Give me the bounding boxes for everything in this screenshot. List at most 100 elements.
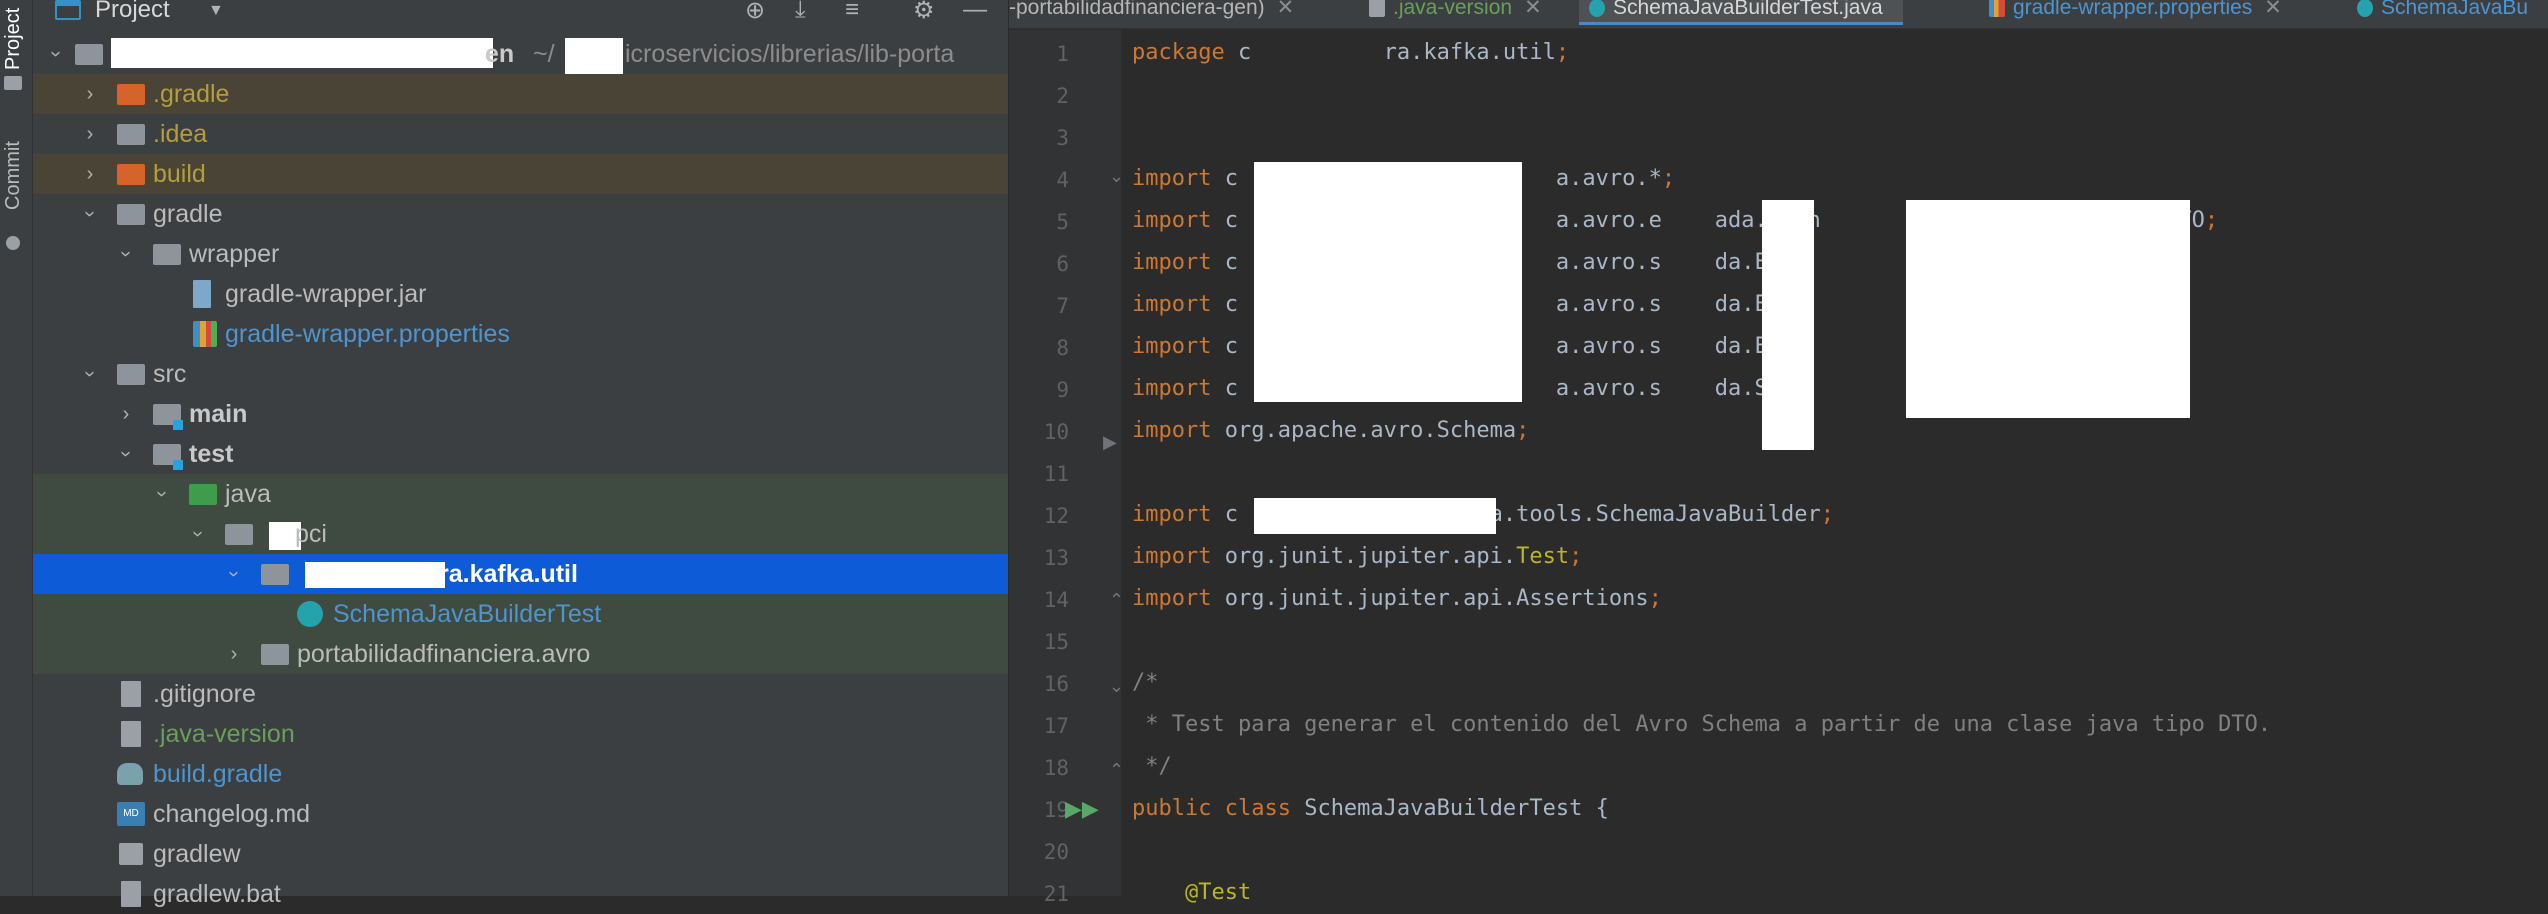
tab-java-version[interactable]: .java-version ✕ [1369,0,1542,22]
java-class-icon [297,601,323,627]
tree-item-gradle[interactable]: › gradle [33,194,1008,234]
tab-label: gradle-wrapper.properties [2013,0,2253,19]
close-icon[interactable]: ✕ [1277,0,1295,19]
locate-icon[interactable]: ⊕ [745,0,765,25]
tree-item-gradle-wrapper-jar[interactable]: gradle-wrapper.jar [33,274,1008,314]
code-line: * Test para generar el contenido del Avr… [1132,712,2272,737]
chevron-down-icon[interactable]: › [36,43,76,65]
text-file-icon [1369,0,1385,18]
tree-item-gitignore[interactable]: .gitignore [33,674,1008,714]
run-test-icon[interactable]: ▶▶ [1065,796,1099,822]
fold-icon[interactable]: ⌄ [1109,676,1124,697]
tree-item-label: changelog.md [153,800,311,828]
chevron-down-icon[interactable]: › [70,203,110,225]
project-pane-header: Project ▼ ⊕ ⤓ ≡ ⚙ — [33,0,1008,28]
tree-item-label: java [225,480,271,508]
line-number: 19 [1043,798,1069,822]
chevron-right-icon[interactable]: › [115,394,137,434]
chevron-down-icon[interactable]: › [178,523,218,545]
tree-item-main[interactable]: › main [33,394,1008,434]
tree-item-package-pci[interactable]: › pci [33,514,1008,554]
tree-item-gradle-wrapper-properties[interactable]: gradle-wrapper.properties [33,314,1008,354]
fold-icon[interactable]: ⌄ [1109,166,1124,187]
chevron-right-icon[interactable]: › [79,114,101,154]
gradle-icon [117,763,143,785]
code-line: public class SchemaJavaBuilderTest { [1132,796,1609,821]
tree-item-changelog[interactable]: MD changelog.md [33,794,1008,834]
chevron-down-icon[interactable]: › [214,563,254,585]
folder-icon [75,44,103,65]
markdown-icon: MD [117,802,145,826]
folder-icon [117,164,145,185]
folder-icon [117,84,145,105]
tree-item-label: src [153,360,187,388]
redacted-area [1762,200,1814,450]
project-window-icon [55,0,81,20]
terminal-icon [119,843,143,865]
fold-arrow-icon[interactable]: ▶ [1103,432,1117,453]
line-number: 13 [1043,546,1069,570]
tree-item-gradlew-bat[interactable]: gradlew.bat [33,874,1008,914]
expand-all-icon[interactable]: ⤓ [795,0,806,24]
chevron-down-icon[interactable]: › [70,363,110,385]
fold-icon[interactable]: ⌃ [1109,760,1124,781]
redacted-area [305,562,445,588]
tab-schema-java-bu[interactable]: SchemaJavaBu [2357,0,2528,22]
tree-item-java[interactable]: › java [33,474,1008,514]
tree-item-label: wrapper [189,240,280,268]
chevron-right-icon[interactable]: › [79,74,101,114]
text-file-icon [121,721,141,747]
code-line: import org.apache.avro.Schema; [1132,418,1530,443]
code-line: import org.junit.jupiter.api.Assertions; [1132,586,1662,611]
folder-icon [4,76,22,90]
tree-item-label: SchemaJavaBuilderTest [333,600,602,628]
tree-item-src[interactable]: › src [33,354,1008,394]
tab-label: SchemaJavaBu [2381,0,2529,19]
tab-schema-java-builder-test[interactable]: SchemaJavaBuilderTest.java [1579,0,1903,25]
tree-item-root[interactable]: › en ~/ icroservicios/librerias/lib-port… [33,34,1008,76]
tree-item-wrapper[interactable]: › wrapper [33,234,1008,274]
line-number: 1 [1056,42,1069,66]
tree-item-label: ra.kafka.util [439,560,578,588]
chevron-down-icon[interactable]: › [106,243,146,265]
gear-icon[interactable]: ⚙ [913,0,935,25]
tree-item-label: build [153,160,206,188]
tab-gradle-wrapper-properties[interactable]: gradle-wrapper.properties ✕ [1989,0,2282,22]
chevron-down-icon[interactable]: › [106,443,146,465]
tree-item-build[interactable]: › build [33,154,1008,194]
redacted-area [1254,498,1496,534]
chevron-right-icon[interactable]: › [79,154,101,194]
tree-item-label: build.gradle [153,760,283,788]
tree-item-package-kafka-util[interactable]: › ra.kafka.util [33,554,1008,594]
line-number: 12 [1043,504,1069,528]
line-number: 15 [1043,630,1069,654]
tree-item-label: en [485,40,515,68]
tree-item-build-gradle[interactable]: build.gradle [33,754,1008,794]
line-number: 3 [1056,126,1069,150]
chevron-right-icon[interactable]: › [223,634,245,674]
line-number: 8 [1056,336,1069,360]
chevron-down-icon[interactable]: › [142,483,182,505]
tab-portabilidad[interactable]: -portabilidadfinanciera-gen) ✕ [1009,0,1294,22]
collapse-all-icon[interactable]: ≡ [845,0,859,24]
tree-item-test[interactable]: › test [33,434,1008,474]
close-icon[interactable]: ✕ [2264,0,2282,19]
code-line: package c ra.kafka.util; [1132,40,1570,65]
project-tool-tab[interactable]: Project [2,8,25,70]
commit-tool-tab[interactable]: Commit [2,141,25,210]
tree-item-schema-java-builder-test[interactable]: SchemaJavaBuilderTest [33,594,1008,634]
tree-item-gradle-dir[interactable]: › .gradle [33,74,1008,114]
tree-item-label: .idea [153,120,208,148]
tree-item-label: gradle [153,200,223,228]
tree-item-package-avro[interactable]: › portabilidadfinanciera.avro [33,634,1008,674]
line-number: 10 [1043,420,1069,444]
source-root-badge-icon [173,420,183,430]
code-line: @Test [1132,880,1252,905]
chevron-down-icon[interactable]: ▼ [208,2,224,20]
tree-item-java-version[interactable]: .java-version [33,714,1008,754]
hide-icon[interactable]: — [963,0,987,24]
close-icon[interactable]: ✕ [1524,0,1542,19]
fold-icon[interactable]: ⌃ [1109,590,1124,611]
tree-item-idea[interactable]: › .idea [33,114,1008,154]
tree-item-gradlew[interactable]: gradlew [33,834,1008,874]
